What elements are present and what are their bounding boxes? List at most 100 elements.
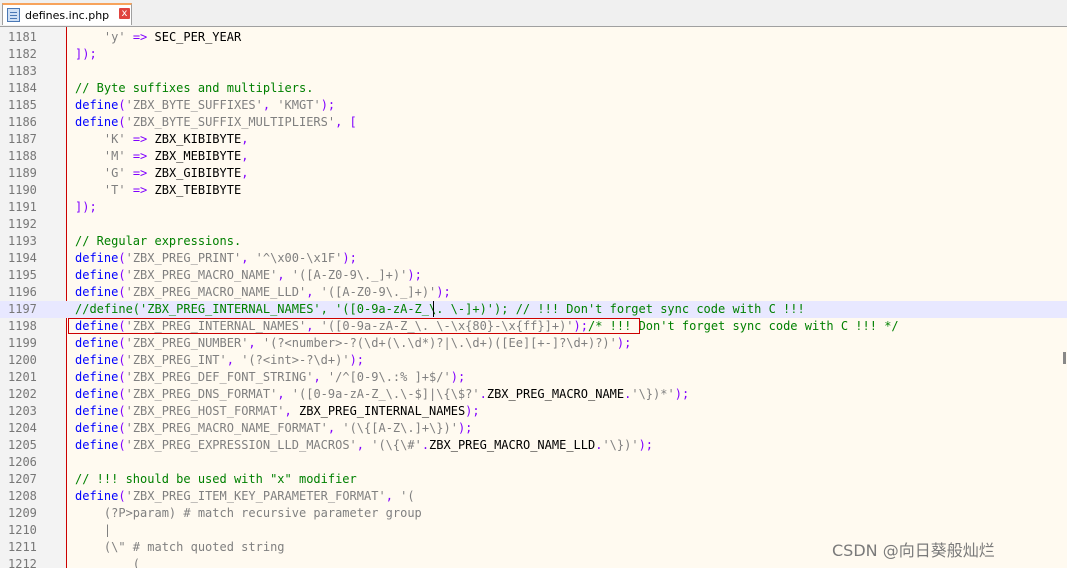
code-token: , [241, 251, 256, 265]
line-number: 1205 [8, 438, 37, 452]
code-token: ( [118, 353, 126, 367]
code-token: define [75, 421, 119, 435]
code-token: 'ZBX_PREG_MACRO_NAME_FORMAT' [125, 421, 328, 435]
code-token: ZBX_KIBIBYTE [154, 132, 242, 146]
code-token: , [385, 489, 401, 503]
code-line[interactable]: 1205 define('ZBX_PREG_EXPRESSION_LLD_MACR… [0, 437, 1067, 454]
code-line[interactable]: 1184 // Byte suffixes and multipliers. [0, 80, 1067, 97]
code-line[interactable]: 1195 define('ZBX_PREG_MACRO_NAME', '([A-Z… [0, 267, 1067, 284]
code-token: 'ZBX_PREG_ITEM_KEY_PARAMETER_FORMAT' [125, 489, 386, 503]
code-token: ( [118, 404, 126, 418]
code-line[interactable]: 1206 [0, 454, 1067, 471]
code-line[interactable]: 1208 define('ZBX_PREG_ITEM_KEY_PARAMETER_… [0, 488, 1067, 505]
code-token: ); [436, 285, 451, 299]
code-line[interactable]: 1196 define('ZBX_PREG_MACRO_NAME_LLD', '(… [0, 284, 1067, 301]
close-icon[interactable]: x [119, 8, 130, 19]
code-token: define [75, 98, 119, 112]
code-line[interactable]: 1193 // Regular expressions. [0, 233, 1067, 250]
code-text: 'T' => ZBX_TEBIBYTE [75, 183, 241, 198]
code-token: ( [118, 336, 126, 350]
file-tab[interactable]: defines.inc.php x [2, 3, 132, 25]
code-token: , [306, 285, 321, 299]
code-token: => [125, 30, 155, 44]
watermark: CSDN @向日葵般灿烂 [832, 541, 995, 560]
code-text: // !!! should be used with "x" modifier [75, 472, 357, 487]
code-line[interactable]: 1188 'M' => ZBX_MEBIBYTE, [0, 148, 1067, 165]
code-token: 'K' [103, 132, 126, 146]
code-text: define('ZBX_PREG_EXPRESSION_LLD_MACROS',… [75, 438, 653, 453]
code-token: . [479, 387, 487, 401]
code-text: 'y' => SEC_PER_YEAR [75, 30, 241, 45]
code-token: 'ZBX_PREG_INT' [125, 353, 227, 367]
code-line[interactable]: 1197 //define('ZBX_PREG_INTERNAL_NAMES', … [0, 301, 1067, 318]
code-token: '([A-Z0-9\._]+)' [320, 285, 437, 299]
line-number: 1196 [8, 285, 37, 299]
code-token: ( [118, 251, 126, 265]
code-token: , [241, 132, 249, 146]
line-number: 1194 [8, 251, 37, 265]
code-token: ZBX_PREG_MACRO_NAME_LLD [429, 438, 596, 452]
code-token: (?P>param) # match recursive parameter g… [75, 506, 422, 520]
code-line[interactable]: 1190 'T' => ZBX_TEBIBYTE [0, 182, 1067, 199]
code-line[interactable]: 1187 'K' => ZBX_KIBIBYTE, [0, 131, 1067, 148]
line-number: 1209 [8, 506, 37, 520]
code-line[interactable]: 1183 [0, 63, 1067, 80]
line-number: 1184 [8, 81, 37, 95]
code-token: ); [342, 251, 357, 265]
code-text: //define('ZBX_PREG_INTERNAL_NAMES', '([0… [75, 302, 805, 317]
code-line[interactable]: 1204 define('ZBX_PREG_MACRO_NAME_FORMAT',… [0, 420, 1067, 437]
line-number: 1182 [8, 47, 37, 61]
code-line[interactable]: 1203 define('ZBX_PREG_HOST_FORMAT', ZBX_P… [0, 403, 1067, 420]
code-line[interactable]: 1181 'y' => SEC_PER_YEAR [0, 29, 1067, 46]
line-number: 1188 [8, 149, 37, 163]
code-token: define [75, 438, 119, 452]
code-line[interactable]: 1207 // !!! should be used with "x" modif… [0, 471, 1067, 488]
code-line[interactable]: 1189 'G' => ZBX_GIBIBYTE, [0, 165, 1067, 182]
code-token: 'ZBX_PREG_DNS_FORMAT' [125, 387, 278, 401]
code-token: ZBX_MEBIBYTE [154, 149, 242, 163]
code-token: , [277, 387, 292, 401]
code-token: 'M' [103, 149, 126, 163]
code-line[interactable]: 1209 (?P>param) # match recursive parame… [0, 505, 1067, 522]
code-token: 'ZBX_PREG_MACRO_NAME' [125, 268, 278, 282]
code-token: define [75, 353, 119, 367]
code-text: define('ZBX_BYTE_SUFFIX_MULTIPLIERS', [ [75, 115, 357, 130]
code-line[interactable]: 1200 define('ZBX_PREG_INT', '(?<int>-?\d+… [0, 352, 1067, 369]
code-token: ); [457, 421, 473, 435]
line-number: 1211 [8, 540, 37, 554]
code-text: define('ZBX_PREG_INT', '(?<int>-?\d+)'); [75, 353, 364, 368]
scroll-marker[interactable] [1063, 352, 1066, 364]
code-token: '\})*' [631, 387, 675, 401]
code-line[interactable]: 1201 define('ZBX_PREG_DEF_FONT_STRING', '… [0, 369, 1067, 386]
code-token: ( [118, 421, 126, 435]
code-line[interactable]: 1191]); [0, 199, 1067, 216]
code-text: define('ZBX_PREG_MACRO_NAME', '([A-Z0-9\… [75, 268, 422, 283]
code-token: '(?<int>-?\d+)' [241, 353, 350, 367]
code-line[interactable]: 1186 define('ZBX_BYTE_SUFFIX_MULTIPLIERS'… [0, 114, 1067, 131]
line-number: 1183 [8, 64, 37, 78]
code-line[interactable]: 1202 define('ZBX_PREG_DNS_FORMAT', '([0-9… [0, 386, 1067, 403]
code-token: , [327, 421, 343, 435]
line-number: 1198 [8, 319, 37, 333]
code-token: define [75, 115, 119, 129]
code-token: , [248, 336, 263, 350]
code-token: ( [75, 557, 141, 568]
code-line[interactable]: 1199 define('ZBX_PREG_NUMBER', '(?<number… [0, 335, 1067, 352]
code-editor[interactable]: 1181 'y' => SEC_PER_YEAR 1182]); 1183 1184/… [0, 27, 1067, 568]
code-token: '\})' [602, 438, 639, 452]
code-token: => [125, 149, 155, 163]
code-token: , [262, 98, 278, 112]
code-line[interactable]: 1185 define('ZBX_BYTE_SUFFIXES', 'KMGT'); [0, 97, 1067, 114]
code-token: define [75, 251, 119, 265]
code-line[interactable]: 1192 [0, 216, 1067, 233]
code-token: '(\{[A-Z\.]+\})' [342, 421, 458, 435]
code-token: ); [616, 336, 632, 350]
code-line[interactable]: 1194 define('ZBX_PREG_PRINT', '^\x00-\x1F… [0, 250, 1067, 267]
code-line[interactable]: 1182]); [0, 46, 1067, 63]
code-text: | [75, 523, 111, 538]
code-token: 'ZBX_BYTE_SUFFIXES' [125, 98, 263, 112]
text-caret [433, 301, 434, 317]
code-lines: 1181 'y' => SEC_PER_YEAR 1182]); 1183 1184/… [0, 29, 1067, 568]
code-token: ); [465, 404, 480, 418]
